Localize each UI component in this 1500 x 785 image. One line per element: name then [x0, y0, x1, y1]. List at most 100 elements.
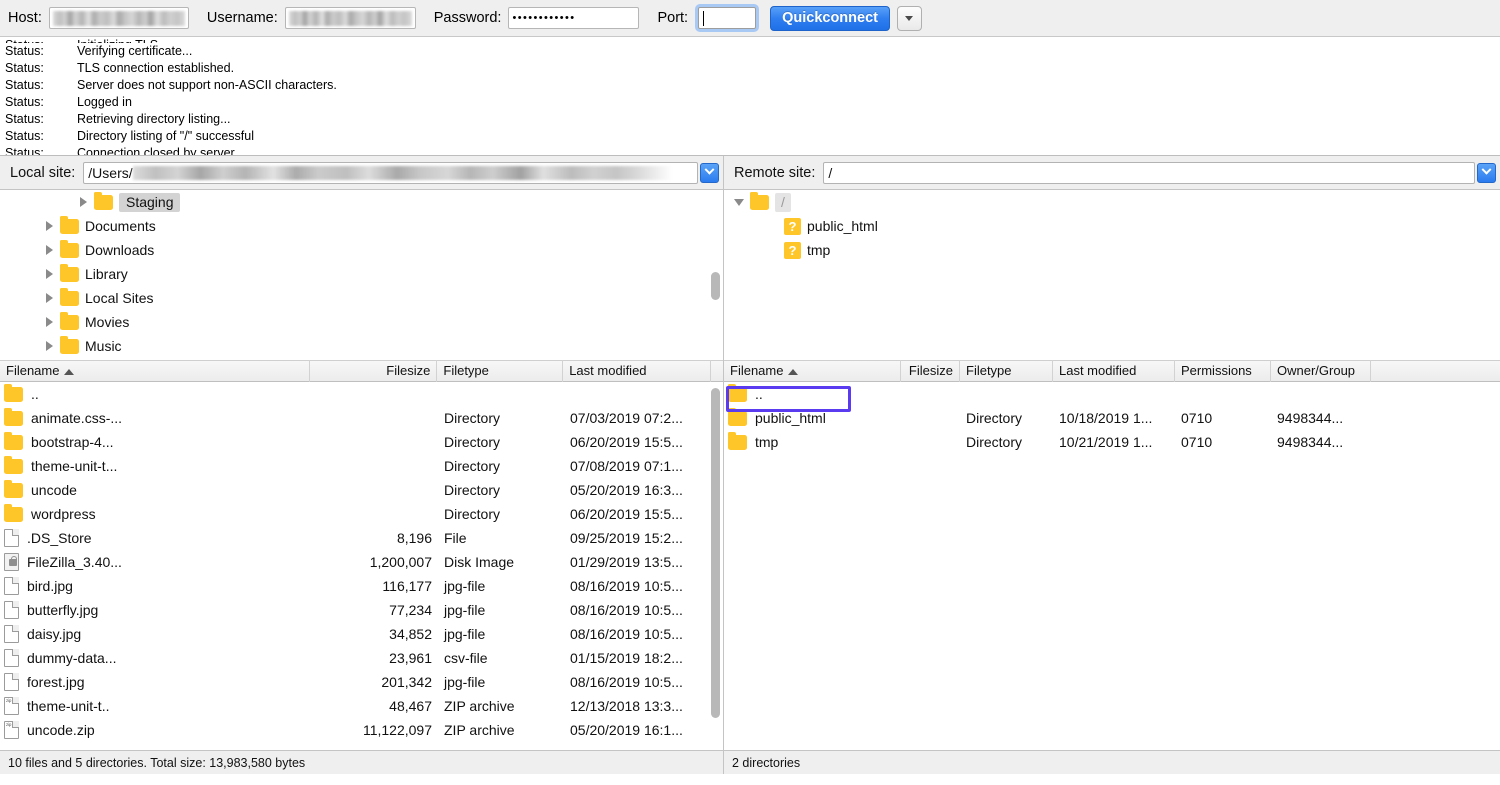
tree-expander[interactable] [40, 293, 58, 303]
cell-name: daisy.jpg [0, 622, 310, 646]
port-input-wrapper[interactable] [695, 4, 759, 32]
remote-directory-tree[interactable]: /?public_html?tmp [724, 190, 1500, 360]
local-directory-tree[interactable]: StagingDocumentsDownloads Library Local Si… [0, 190, 724, 360]
table-row[interactable]: wordpressDirectory06/20/2019 15:5... [0, 502, 723, 526]
local-tree-item[interactable]: Documents [0, 214, 723, 238]
tree-expander[interactable] [40, 245, 58, 255]
file-list-panes: Filename Filesize Filetype Last modified… [0, 360, 1500, 750]
local-tree-item[interactable]: Movies [0, 310, 723, 334]
remote-tree-item[interactable]: ?public_html [724, 214, 1500, 238]
local-site-dropdown[interactable] [700, 163, 719, 183]
local-site-path: /Users/ [88, 165, 132, 181]
column-header-filesize[interactable]: Filesize [901, 360, 960, 382]
table-row[interactable]: bird.jpg116,177jpg-file08/16/2019 10:5..… [0, 574, 723, 598]
column-header-filename[interactable]: Filename [724, 360, 901, 382]
document-icon [4, 673, 19, 691]
table-row[interactable]: .DS_Store8,196File09/25/2019 15:2... [0, 526, 723, 550]
log-entry-message: Server does not support non-ASCII charac… [77, 77, 337, 94]
file-name: .. [755, 382, 763, 406]
message-log[interactable]: Status: Initializing TLS... Status:Verif… [0, 37, 1500, 156]
cell-permissions: 0710 [1175, 406, 1271, 430]
table-row[interactable]: bootstrap-4...Directory06/20/2019 15:5..… [0, 430, 723, 454]
cell-size [310, 406, 438, 430]
log-entry: Status:Server does not support non-ASCII… [0, 77, 1500, 94]
column-header-filename[interactable]: Filename [0, 360, 310, 382]
local-tree-item[interactable]: Staging [0, 190, 723, 214]
remote-tree-item-label: tmp [807, 242, 830, 258]
local-tree-scrollbar-thumb[interactable] [711, 272, 720, 300]
username-input[interactable] [285, 7, 416, 29]
table-row[interactable]: .. [724, 382, 1500, 406]
local-tree-item-label: Library [85, 266, 128, 282]
column-header-filesize[interactable]: Filesize [310, 360, 438, 382]
table-row[interactable]: animate.css-...Directory07/03/2019 07:2.… [0, 406, 723, 430]
column-header-last-modified[interactable]: Last modified [563, 360, 711, 382]
local-list-scrollbar-thumb[interactable] [711, 388, 720, 718]
table-row[interactable]: uncodeDirectory05/20/2019 16:3... [0, 478, 723, 502]
remote-site-dropdown[interactable] [1477, 163, 1496, 183]
file-name: tmp [755, 430, 778, 454]
remote-tree-item[interactable]: / [724, 190, 1500, 214]
table-row[interactable]: FileZilla_3.40...1,200,007Disk Image01/2… [0, 550, 723, 574]
column-header-owner-group[interactable]: Owner/Group [1271, 360, 1371, 382]
log-entry-message: Connection closed by server [77, 145, 235, 156]
table-row[interactable]: theme-unit-t...Directory07/08/2019 07:1.… [0, 454, 723, 478]
table-row[interactable]: zipuncode.zip11,122,097ZIP archive05/20/… [0, 718, 723, 742]
port-input[interactable] [698, 7, 756, 29]
remote-file-list[interactable]: Filename Filesize Filetype Last modified… [724, 360, 1500, 750]
local-tree-item[interactable]: Downloads [0, 238, 723, 262]
table-row[interactable]: ziptheme-unit-t..48,467ZIP archive12/13/… [0, 694, 723, 718]
chevron-right-icon[interactable] [46, 221, 53, 231]
local-tree-item[interactable]: Music [0, 334, 723, 358]
table-row[interactable]: .. [0, 382, 723, 406]
table-row[interactable]: dummy-data...23,961csv-file01/15/2019 18… [0, 646, 723, 670]
table-row[interactable]: forest.jpg201,342jpg-file08/16/2019 10:5… [0, 670, 723, 694]
remote-site-path: / [828, 165, 832, 181]
tree-expander[interactable] [40, 269, 58, 279]
chevron-right-icon[interactable] [46, 293, 53, 303]
folder-icon [728, 435, 747, 450]
local-tree-scrollbar[interactable] [711, 190, 720, 360]
tree-expander[interactable] [730, 199, 748, 206]
local-tree-item[interactable]: Library [0, 262, 723, 286]
chevron-right-icon[interactable] [46, 317, 53, 327]
tree-expander[interactable] [40, 341, 58, 351]
local-tree-item[interactable]: Local Sites [0, 286, 723, 310]
chevron-right-icon[interactable] [46, 341, 53, 351]
local-file-list[interactable]: Filename Filesize Filetype Last modified… [0, 360, 724, 750]
quickconnect-history-dropdown[interactable] [897, 6, 922, 31]
table-row[interactable]: daisy.jpg34,852jpg-file08/16/2019 10:5..… [0, 622, 723, 646]
host-input[interactable] [49, 7, 189, 29]
column-header-permissions[interactable]: Permissions [1175, 360, 1271, 382]
column-header-filetype[interactable]: Filetype [437, 360, 563, 382]
local-list-scrollbar[interactable] [711, 384, 720, 744]
document-icon [4, 577, 19, 595]
chevron-down-icon[interactable] [734, 199, 744, 206]
tree-expander[interactable] [40, 221, 58, 231]
chevron-down-icon [705, 165, 715, 175]
table-row[interactable]: butterfly.jpg77,234jpg-file08/16/2019 10… [0, 598, 723, 622]
password-input[interactable]: •••••••••••• [508, 7, 639, 29]
chevron-right-icon[interactable] [46, 245, 53, 255]
chevron-right-icon[interactable] [80, 197, 87, 207]
folder-icon [60, 315, 79, 330]
chevron-down-icon [1482, 165, 1492, 175]
table-row[interactable]: tmpDirectory10/21/2019 1...07109498344..… [724, 430, 1500, 454]
remote-tree-item[interactable]: ?tmp [724, 238, 1500, 262]
chevron-right-icon[interactable] [46, 269, 53, 279]
quickconnect-button[interactable]: Quickconnect [770, 6, 890, 31]
zip-badge: zip [6, 694, 11, 713]
tree-expander[interactable] [40, 317, 58, 327]
remote-site-bar: Remote site: / [724, 156, 1500, 189]
remote-site-input[interactable]: / [823, 162, 1475, 184]
column-header-last-modified[interactable]: Last modified [1053, 360, 1175, 382]
cell-size: 116,177 [310, 574, 438, 598]
table-row[interactable]: public_htmlDirectory10/18/2019 1...07109… [724, 406, 1500, 430]
column-header-filetype[interactable]: Filetype [960, 360, 1053, 382]
file-name: daisy.jpg [27, 622, 81, 646]
column-header-filler [1371, 360, 1500, 382]
local-site-input[interactable]: /Users/ [83, 162, 698, 184]
folder-icon [60, 267, 79, 282]
tree-expander[interactable] [74, 197, 92, 207]
unknown-folder-icon: ? [784, 218, 801, 235]
